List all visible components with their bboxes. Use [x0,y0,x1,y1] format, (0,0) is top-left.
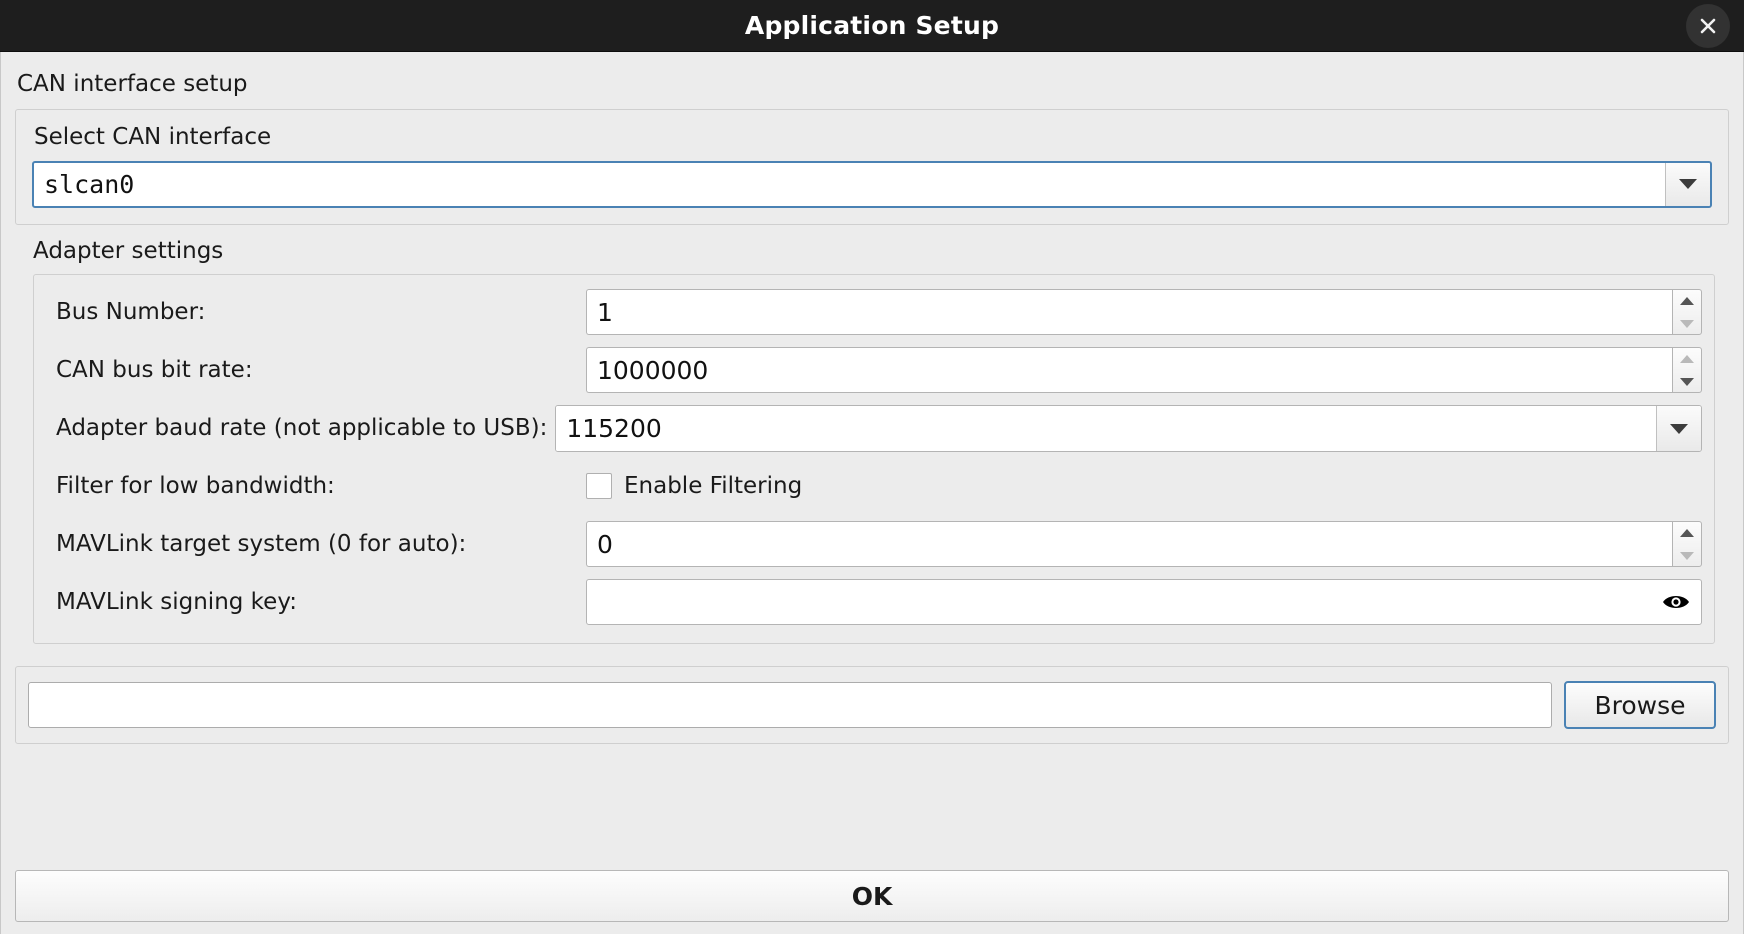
eye-icon [1663,596,1689,609]
row-mavlink-signing-key: MAVLink signing key: [46,579,1702,626]
mavlink-target-system-label: MAVLink target system (0 for auto): [56,531,467,558]
adapter-baud-rate-control: 115200 [555,405,1702,453]
enable-filtering-label: Enable Filtering [624,473,803,500]
mavlink-signing-key-label: MAVLink signing key: [56,589,298,616]
row-mavlink-target-system: MAVLink target system (0 for auto): 0 [46,521,1702,568]
adapter-baud-rate-combobox[interactable]: 115200 [555,405,1702,453]
mavlink-target-system-increment-button[interactable] [1673,522,1701,544]
mavlink-target-system-control: 0 [586,521,1702,568]
row-adapter-baud-rate: Adapter baud rate (not applicable to USB… [46,405,1702,453]
adapter-settings-groupbox: Bus Number: 1 CAN bus bit rate: 1000000 … [33,274,1715,645]
application-setup-dialog: Application Setup CAN interface setup Se… [0,0,1744,934]
file-browse-panel: Browse [15,666,1729,745]
can-bit-rate-label: CAN bus bit rate: [56,357,253,384]
bus-number-input[interactable]: 1 [586,289,1672,336]
adapter-baud-rate-dropdown-button[interactable] [1656,406,1701,452]
mavlink-target-system-spinbox[interactable]: 0 [586,521,1702,568]
can-bit-rate-input[interactable]: 1000000 [586,347,1672,394]
close-button[interactable] [1686,3,1730,48]
row-can-bit-rate: CAN bus bit rate: 1000000 [46,347,1702,394]
ok-button[interactable]: OK [15,870,1729,922]
file-path-input[interactable] [28,682,1552,729]
can-interface-heading: CAN interface setup [17,71,248,97]
can-bit-rate-decrement-button[interactable] [1673,370,1701,392]
can-interface-combobox[interactable]: slcan0 [32,160,1712,208]
select-can-interface-label: Select CAN interface [34,124,272,151]
caret-down-icon [1680,551,1694,560]
can-bit-rate-spinbox[interactable]: 1000000 [586,347,1702,394]
caret-down-icon [1680,319,1694,328]
bus-number-spinbox[interactable]: 1 [586,289,1702,336]
caret-up-icon [1680,296,1694,305]
row-filter-low-bandwidth: Filter for low bandwidth: Enable Filteri… [46,463,1702,509]
close-icon [1700,18,1716,33]
can-interface-dropdown-button[interactable] [1665,162,1710,206]
can-bit-rate-increment-button[interactable] [1673,348,1701,370]
enable-filtering-checkbox-wrap[interactable]: Enable Filtering [586,463,802,509]
adapter-baud-rate-label: Adapter baud rate (not applicable to USB… [56,415,548,442]
mavlink-signing-key-input[interactable] [586,579,1702,626]
filter-low-bandwidth-label: Filter for low bandwidth: [56,473,335,500]
chevron-down-icon [1679,179,1697,190]
reveal-key-button[interactable] [1661,591,1691,613]
mavlink-signing-key-control [586,579,1702,626]
mavlink-target-system-stepper [1672,521,1702,568]
bus-number-decrement-button[interactable] [1673,312,1701,334]
bus-number-stepper [1672,289,1702,336]
adapter-settings-panel: Adapter settings Bus Number: 1 CAN bus b… [1,225,1743,645]
can-interface-value: slcan0 [34,162,1665,206]
filter-low-bandwidth-control: Enable Filtering [586,463,1702,509]
can-bit-rate-control: 1000000 [586,347,1702,394]
footer: OK [1,856,1743,934]
adapter-baud-rate-value: 115200 [556,406,1656,452]
bus-number-control: 1 [586,289,1702,336]
caret-up-icon [1680,354,1694,363]
caret-down-icon [1680,377,1694,386]
titlebar: Application Setup [0,0,1744,52]
chevron-down-icon [1670,423,1688,434]
dialog-body: CAN interface setup Select CAN interface… [0,52,1744,934]
can-bit-rate-stepper [1672,347,1702,394]
caret-up-icon [1680,528,1694,537]
mavlink-target-system-decrement-button[interactable] [1673,544,1701,566]
mavlink-target-system-input[interactable]: 0 [586,521,1672,568]
enable-filtering-checkbox[interactable] [586,473,612,500]
can-interface-groupbox: Select CAN interface slcan0 [15,109,1729,225]
can-interface-panel: CAN interface setup Select CAN interface… [1,52,1743,225]
bus-number-label: Bus Number: [56,299,206,326]
bus-number-increment-button[interactable] [1673,290,1701,312]
row-bus-number: Bus Number: 1 [46,289,1702,336]
adapter-settings-heading: Adapter settings [33,237,224,264]
browse-button[interactable]: Browse [1564,681,1716,730]
window-title: Application Setup [744,11,1000,40]
